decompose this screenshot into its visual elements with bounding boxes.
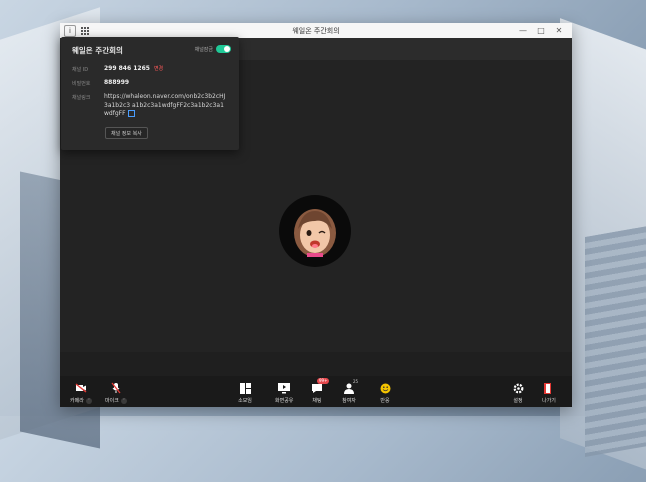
screen-share-label: 화면공유	[275, 398, 294, 404]
password-key: 비밀번호	[72, 81, 91, 87]
chevron-down-icon[interactable]: ˅	[120, 397, 127, 404]
info-icon[interactable]: i	[64, 24, 76, 37]
reaction-label: 반응	[380, 398, 390, 404]
settings-icon	[511, 382, 525, 394]
channel-lock-label: 채널잠금	[194, 46, 213, 53]
reaction-button[interactable]: 반응	[378, 382, 392, 404]
participant-avatar[interactable]	[279, 195, 351, 267]
layout-button[interactable]: 소모임	[238, 382, 252, 404]
settings-label: 설정	[513, 398, 523, 404]
layout-icon	[238, 382, 252, 394]
copy-link-icon[interactable]	[127, 110, 135, 117]
change-id-link[interactable]: 변경	[154, 66, 163, 72]
camera-button[interactable]: 카메라 ˅	[70, 382, 92, 404]
participants-button[interactable]: 25 참여자	[342, 379, 359, 404]
camera-off-icon	[74, 382, 88, 394]
mic-label: 마이크	[105, 398, 119, 404]
screen-share-button[interactable]: 화면공유	[275, 382, 293, 404]
chevron-down-icon[interactable]: ˅	[85, 397, 92, 404]
password-value: 888999	[104, 79, 130, 86]
control-bar: 카메라 ˅ 마이크 ˅ 소모임 화면공유 99+ 채팅 25 참여자 반응 설정…	[60, 352, 572, 407]
minimize-icon[interactable]: —	[518, 26, 528, 35]
mic-off-icon	[109, 382, 123, 394]
layout-label: 소모임	[238, 398, 252, 404]
control-bar-strip	[60, 352, 572, 376]
desktop-background-building	[585, 222, 646, 458]
channel-id-row: 채널 ID 299 846 1265 변경	[72, 65, 163, 73]
channel-id-value: 299 846 1265	[104, 65, 150, 72]
channel-lock-toggle[interactable]	[216, 45, 231, 53]
reaction-icon	[378, 382, 392, 394]
close-icon[interactable]: ✕	[554, 26, 564, 35]
camera-label: 카메라	[70, 398, 84, 404]
channel-link-key: 채널링크	[72, 95, 91, 101]
chat-badge: 99+	[317, 378, 330, 384]
exit-icon	[542, 382, 556, 394]
screen-share-icon	[277, 382, 291, 394]
password-row: 비밀번호 888999	[72, 79, 129, 87]
participants-count: 25	[353, 379, 359, 384]
leave-button[interactable]: 나가기	[542, 382, 556, 404]
participants-icon: 25	[342, 379, 359, 394]
copy-channel-info-button[interactable]: 채널 정보 복사	[105, 127, 148, 139]
settings-button[interactable]: 설정	[511, 382, 525, 404]
chat-icon: 99+	[310, 378, 330, 394]
channel-link-row: 채널링크 https://whaleon.naver.com/onb2c3b2c…	[72, 93, 226, 119]
panel-title: 웨일온 주간회의	[72, 46, 123, 55]
grid-icon[interactable]	[80, 26, 90, 36]
participants-label: 참여자	[342, 398, 356, 404]
window-title: 웨일온 주간회의	[292, 26, 340, 35]
maximize-icon[interactable]: □	[536, 26, 546, 35]
mic-button[interactable]: 마이크 ˅	[105, 382, 127, 404]
chat-label: 채팅	[312, 398, 322, 404]
channel-link-value[interactable]: https://whaleon.naver.com/onb2c3b2cHJ3a1…	[104, 93, 225, 117]
chat-button[interactable]: 99+ 채팅	[310, 378, 330, 404]
memoji-avatar-icon	[294, 209, 336, 257]
channel-info-panel: 웨일온 주간회의 채널잠금 채널 ID 299 846 1265 변경 비밀번호 …	[61, 37, 239, 150]
channel-id-key: 채널 ID	[72, 67, 89, 73]
leave-label: 나가기	[542, 398, 556, 404]
